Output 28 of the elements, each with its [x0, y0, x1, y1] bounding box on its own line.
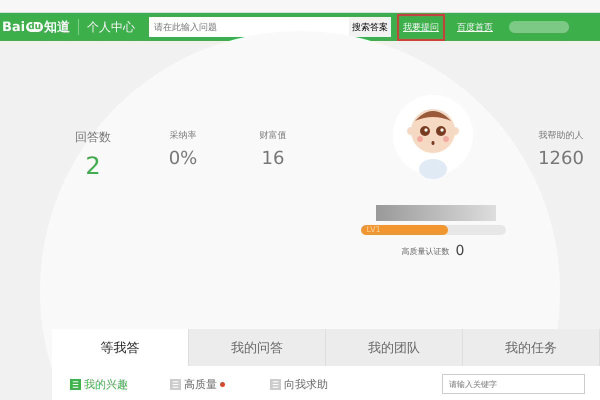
stat-label: 回答数 [75, 129, 111, 146]
search-field[interactable]: 请在此输入问题 [149, 17, 349, 37]
stat-value: 16 [262, 148, 284, 169]
tab[interactable]: 我的问答 [189, 329, 326, 366]
filter-tab[interactable]: 我的兴趣 [84, 376, 128, 392]
filter-tab[interactable]: 高质量 [184, 376, 217, 392]
stat-value: 1260 [538, 148, 584, 169]
section-title: 个人中心 [87, 18, 135, 36]
stat-value: 2 [85, 152, 101, 180]
keyword-search-field[interactable]: 请输入关键字 [442, 374, 585, 394]
level-bar: LV1 [360, 225, 448, 235]
tab[interactable]: 我的团队 [326, 329, 463, 366]
stat-label: 财富值 [260, 130, 286, 142]
site-logo: Bai du 知道 [2, 18, 70, 36]
stat-value: 0% [168, 148, 198, 169]
header-link[interactable]: 百度首页 [451, 14, 499, 40]
blurred-username [509, 21, 569, 33]
certification-count: 0 [456, 243, 464, 259]
list-icon [70, 378, 81, 390]
certification-label: 高质量认证数 [402, 246, 450, 256]
header-link[interactable]: 我要提问 [397, 14, 445, 40]
filter-tab[interactable]: 向我求助 [284, 376, 328, 392]
stat-label: 采纳率 [170, 130, 196, 142]
list-icon [270, 378, 281, 390]
list-icon [170, 378, 181, 390]
tab[interactable]: 我的任务 [463, 329, 600, 366]
search-button[interactable]: 搜索答案 [349, 17, 391, 37]
stat-label: 我帮助的人 [538, 130, 584, 142]
